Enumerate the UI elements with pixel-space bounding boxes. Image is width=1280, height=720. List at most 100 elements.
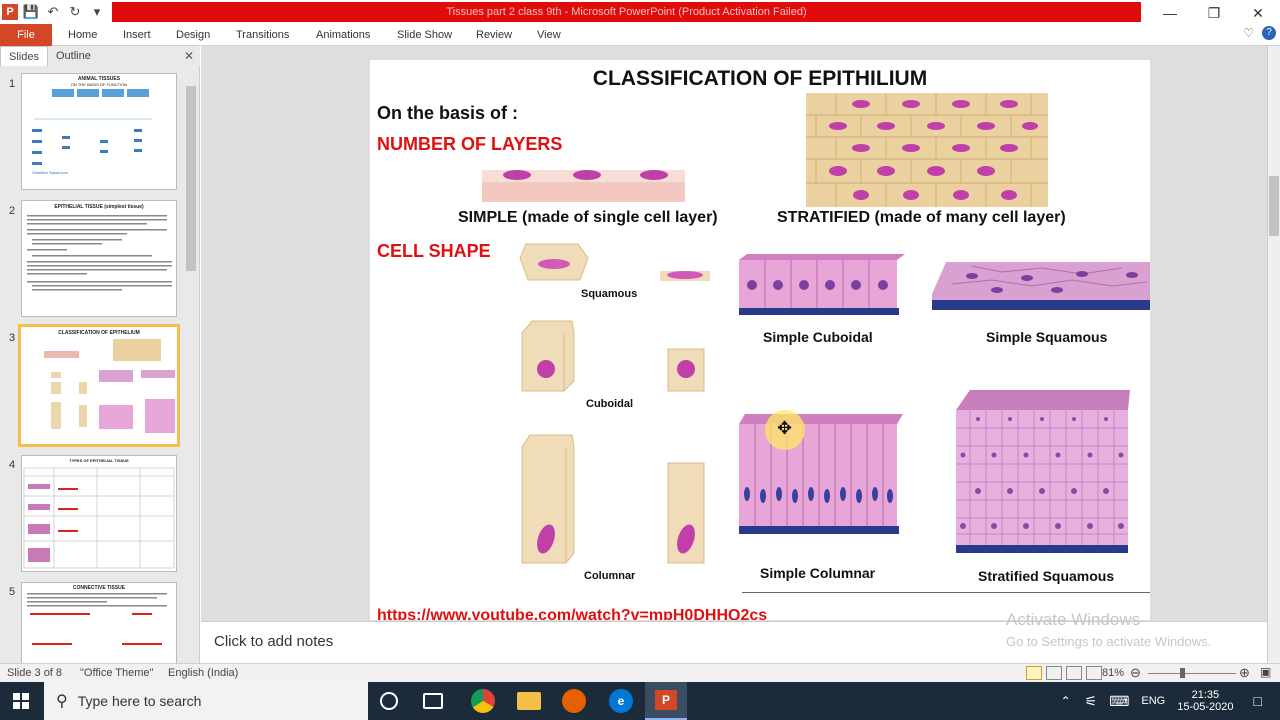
cuboidal-label: Cuboidal <box>586 398 634 410</box>
tab-outline[interactable]: Outline <box>48 46 99 66</box>
cortana-icon[interactable] <box>380 692 398 710</box>
slide-sorter-icon[interactable] <box>1046 666 1062 680</box>
slide-thumbnail-1[interactable]: ANIMAL TISSUES ON THE BASIS OF FUNCTION … <box>21 73 177 190</box>
taskbar-search-box[interactable]: ⚲ Type here to search <box>44 682 368 720</box>
close-panel-icon[interactable]: ✕ <box>184 49 194 63</box>
stratified-label: STRATIFIED (made of many cell layer) <box>777 209 1066 226</box>
zoom-out-icon[interactable]: ⊖ <box>1130 665 1141 681</box>
keyboard-icon[interactable]: ⌨ <box>1109 693 1129 710</box>
title-bar: P 💾 ↶ ↻ ▾ Tissues part 2 class 9th - Mic… <box>0 0 1280 24</box>
tab-slides[interactable]: Slides <box>0 46 48 66</box>
window-title: Tissues part 2 class 9th - Microsoft Pow… <box>112 2 1141 22</box>
clock-date: 15-05-2020 <box>1177 701 1234 713</box>
reading-view-icon[interactable] <box>1066 666 1082 680</box>
thumb-text: Stratified Squamous <box>32 170 69 175</box>
slide-thumbnail-4[interactable]: TYPES OF EPITHELIAL TISSUE <box>21 455 177 572</box>
stratified-squamous-label: Stratified Squamous <box>978 568 1115 584</box>
windows-start-icon[interactable] <box>13 693 29 709</box>
activate-windows-title: Activate Windows <box>1006 610 1141 629</box>
columnar-cell-side-image <box>667 462 705 564</box>
zoom-in-icon[interactable]: ⊕ <box>1239 665 1250 681</box>
simple-cuboidal-tissue-image <box>739 254 905 315</box>
youtube-link[interactable]: https://www.youtube.com/watch?v=mpH0DHHQ… <box>377 607 767 620</box>
slide-number: 2 <box>9 205 16 217</box>
save-icon[interactable]: 💾 <box>22 3 40 21</box>
undo-icon[interactable]: ↶ <box>44 3 62 21</box>
help-icon[interactable]: ? <box>1262 26 1276 40</box>
columnar-label: Columnar <box>584 570 636 582</box>
cuboidal-cell-3d-image <box>521 320 575 392</box>
normal-view-icon[interactable] <box>1026 666 1042 680</box>
tab-view[interactable]: View <box>537 24 561 46</box>
divider-line <box>742 592 1150 593</box>
theme-name[interactable]: "Office Theme" <box>80 667 153 679</box>
number-of-layers-heading: NUMBER OF LAYERS <box>377 134 563 154</box>
canvas-scroll-thumb[interactable] <box>1269 176 1279 236</box>
notifications-icon[interactable]: □ <box>1254 693 1262 709</box>
slide-number: 5 <box>9 586 16 598</box>
canvas-scrollbar[interactable] <box>1267 46 1280 663</box>
ribbon-collapse-icon[interactable]: ♡ <box>1243 26 1254 40</box>
ribbon-tabs: File Home Insert Design Transitions Anim… <box>0 24 1280 46</box>
powerpoint-taskbar-button[interactable]: P <box>645 682 687 720</box>
thumb-table <box>23 467 175 569</box>
slide-show-icon[interactable] <box>1086 666 1102 680</box>
slide-number: 4 <box>9 459 16 471</box>
tab-insert[interactable]: Insert <box>123 24 151 46</box>
close-icon[interactable]: ✕ <box>1236 0 1280 26</box>
zoom-slider[interactable] <box>1148 673 1236 674</box>
language-status[interactable]: English (India) <box>168 667 238 679</box>
tab-slide-show[interactable]: Slide Show <box>397 24 452 46</box>
view-buttons <box>1026 666 1102 680</box>
zoom-slider-thumb[interactable] <box>1180 668 1185 678</box>
current-slide[interactable]: CLASSIFICATION OF EPITHILIUM On the basi… <box>370 60 1150 620</box>
show-hidden-icons-icon[interactable]: ⌃ <box>1061 694 1071 708</box>
system-tray: ⌃ ⚟ ⌨ ENG 21:35 15-05-2020 □ <box>1061 682 1280 720</box>
tab-animations[interactable]: Animations <box>316 24 370 46</box>
slide-thumbnail-3[interactable]: CLASSIFICATION OF EPITHELIUM <box>18 324 180 447</box>
search-icon: ⚲ <box>56 693 68 710</box>
slides-panel: Slides Outline ✕ 1 ANIMAL TISSUES ON THE… <box>0 46 200 699</box>
edge-icon[interactable]: e <box>609 689 633 713</box>
restore-icon[interactable]: ❐ <box>1192 0 1236 26</box>
simple-epithelium-image <box>482 170 685 202</box>
cell-shape-heading: CELL SHAPE <box>377 241 491 261</box>
stratified-epithelium-image <box>806 93 1048 207</box>
network-icon[interactable]: ⚟ <box>1085 693 1098 710</box>
squamous-label: Squamous <box>581 288 638 300</box>
redo-icon[interactable]: ↻ <box>66 3 84 21</box>
chrome-icon[interactable] <box>471 689 495 713</box>
powerpoint-logo-icon: P <box>2 4 18 20</box>
simple-squamous-label: Simple Squamous <box>986 329 1108 345</box>
firefox-icon[interactable] <box>562 689 586 713</box>
tab-file[interactable]: File <box>0 24 52 46</box>
simple-cuboidal-label: Simple Cuboidal <box>763 329 873 345</box>
zoom-level[interactable]: 81% <box>1102 667 1124 679</box>
tab-home[interactable]: Home <box>68 24 97 46</box>
tab-design[interactable]: Design <box>176 24 210 46</box>
tab-transitions[interactable]: Transitions <box>236 24 289 46</box>
window-controls: — ❐ ✕ <box>1148 0 1280 24</box>
squamous-cell-side-image <box>660 271 710 281</box>
move-cursor-icon: ✥ <box>777 418 793 438</box>
columnar-cell-3d-image <box>521 434 575 564</box>
language-indicator[interactable]: ENG <box>1141 695 1165 707</box>
basis-label: On the basis of : <box>377 103 519 123</box>
slide-title: CLASSIFICATION OF EPITHILIUM <box>592 67 928 90</box>
slide-thumbnail-2[interactable]: EPITHELIAL TISSUE (simplest tissue) <box>21 200 177 317</box>
task-view-icon[interactable] <box>423 693 443 709</box>
file-explorer-icon[interactable] <box>517 692 541 710</box>
thumb-diagram <box>44 339 175 433</box>
slide-counter: Slide 3 of 8 <box>7 667 63 679</box>
slides-panel-scroll-thumb[interactable] <box>186 86 196 271</box>
thumb-text-lines <box>27 593 167 645</box>
notes-placeholder[interactable]: Click to add notes <box>214 633 333 650</box>
simple-label: SIMPLE (made of single cell layer) <box>458 209 718 226</box>
minimize-icon[interactable]: — <box>1148 0 1192 26</box>
fit-to-window-icon[interactable]: ▣ <box>1260 665 1271 679</box>
clock-time: 21:35 <box>1191 689 1220 701</box>
tab-review[interactable]: Review <box>476 24 512 46</box>
customize-icon[interactable]: ▾ <box>88 3 106 21</box>
clock[interactable]: 21:35 15-05-2020 <box>1177 689 1233 713</box>
simple-columnar-tissue-image <box>739 414 903 534</box>
